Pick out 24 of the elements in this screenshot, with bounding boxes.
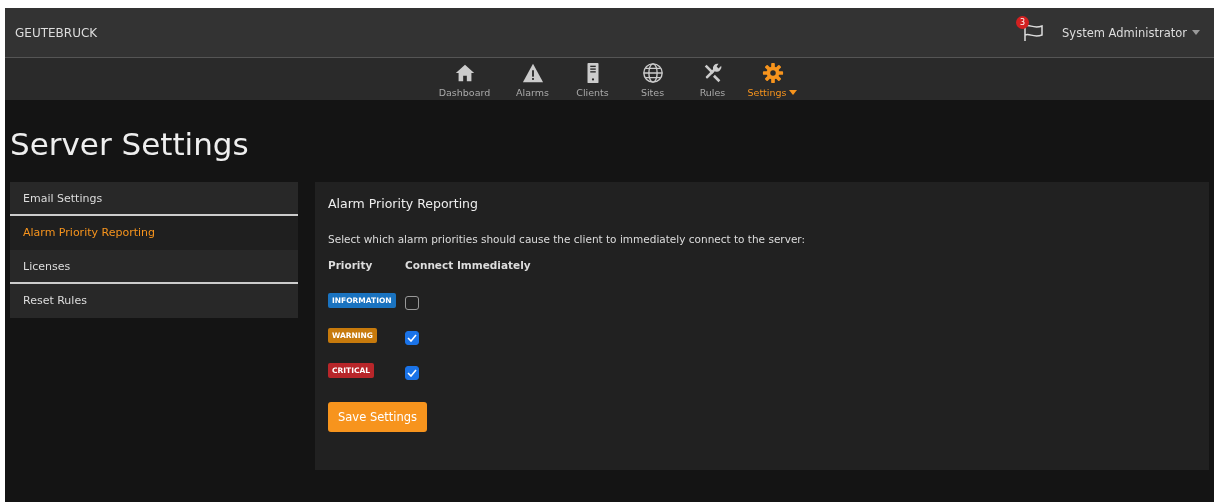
checkbox[interactable] xyxy=(405,366,419,380)
checkbox[interactable] xyxy=(405,296,419,310)
nav-tab[interactable]: Dashboard xyxy=(427,58,502,100)
settings-icon xyxy=(761,62,784,84)
nav-tab[interactable]: Clients xyxy=(563,58,622,100)
nav-tab[interactable]: Alarms xyxy=(503,58,562,100)
house-icon xyxy=(453,62,476,84)
description-text: Select which alarm priorities should cause the client to immediately connect to the server: xyxy=(328,233,806,245)
notifications-button[interactable] xyxy=(1022,23,1045,42)
globe-icon xyxy=(641,62,664,84)
nav-tab[interactable]: Rules xyxy=(683,58,742,100)
column-header: Priority xyxy=(328,259,374,273)
caret-icon xyxy=(1192,30,1200,35)
notification-count: 3 xyxy=(1016,15,1030,29)
sidebar-item[interactable]: Alarm Priority Reporting xyxy=(10,216,298,250)
column-header: Connect Immediately xyxy=(405,259,531,273)
warning-icon xyxy=(521,62,544,84)
nav-tab[interactable]: Sites xyxy=(623,58,682,100)
page-title: Server Settings xyxy=(10,126,250,164)
brand-name: GEUTEBRUCK xyxy=(15,25,98,40)
checkbox[interactable] xyxy=(405,331,419,345)
user-menu[interactable]: System Administrator xyxy=(1058,25,1204,40)
panel-title: Alarm Priority Reporting xyxy=(328,196,479,211)
nav-tab[interactable]: Settings xyxy=(743,58,802,100)
